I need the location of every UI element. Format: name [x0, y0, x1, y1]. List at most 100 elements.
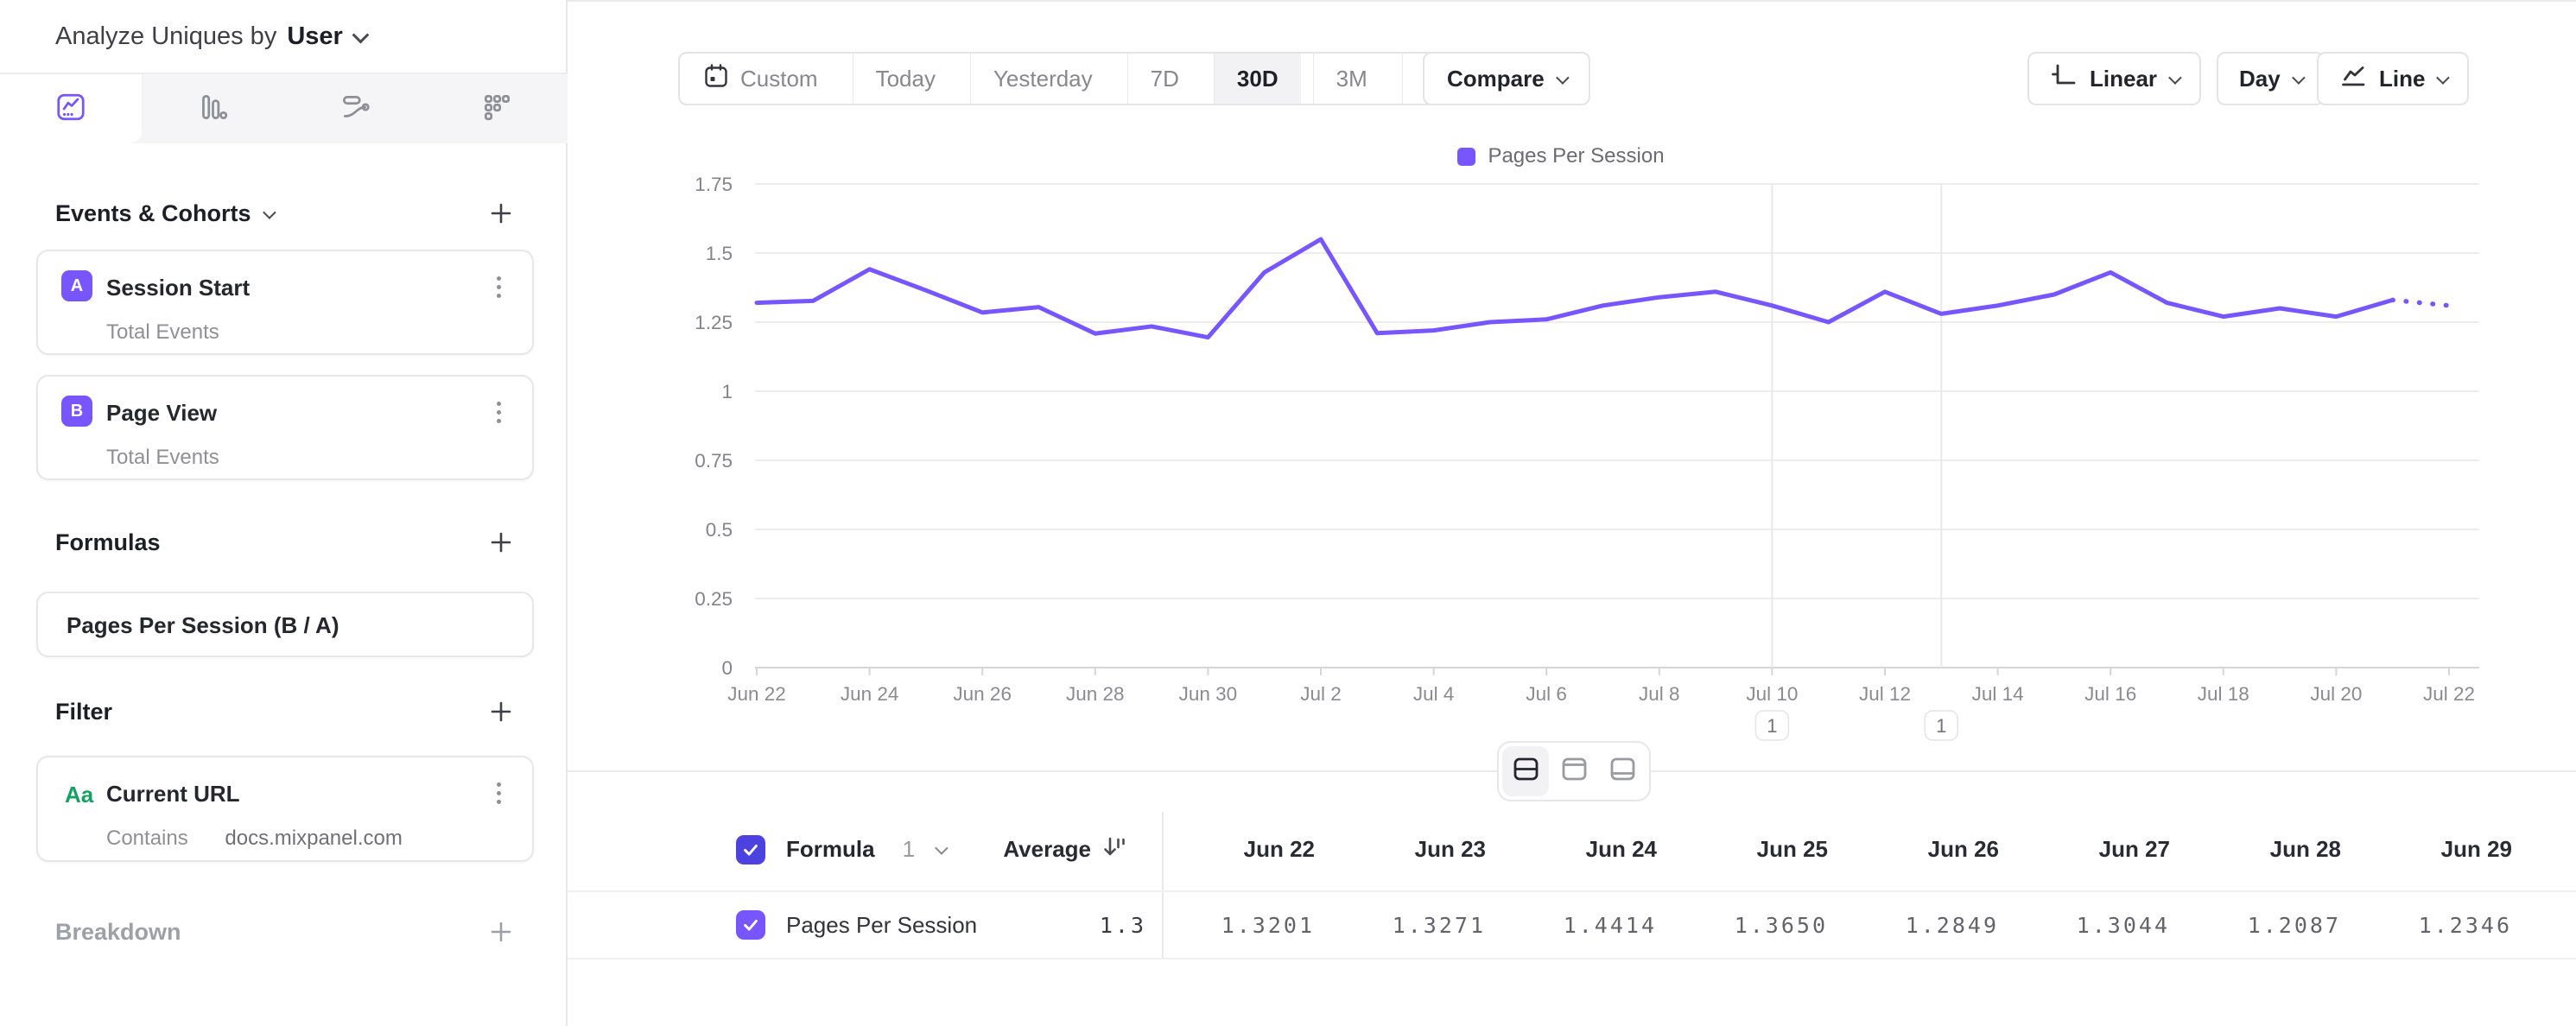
y-tick-label: 0.25 [695, 588, 733, 610]
value-cell[interactable]: 1.2346 [2341, 913, 2512, 938]
line-chart-icon [2339, 62, 2367, 96]
chevron-down-icon [2292, 71, 2306, 85]
formula-group-label[interactable]: Formula [786, 836, 875, 863]
date-column-header[interactable]: Jun 23 [1315, 836, 1486, 863]
value-cell[interactable]: 1.3044 [1999, 913, 2170, 938]
event-aggregation[interactable]: Total Events [106, 446, 219, 470]
date-column-header[interactable]: Jun 22 [1162, 836, 1315, 863]
compare-button[interactable]: Compare [1423, 52, 1590, 105]
filter-card-current-url[interactable]: Aa Current URL Contains docs.mixpanel.co… [36, 756, 534, 862]
series-checkbox[interactable] [736, 910, 765, 940]
query-builder-sidebar: Analyze Uniques by User [0, 0, 568, 1026]
add-filter-button[interactable] [486, 697, 516, 726]
select-all-checkbox[interactable] [736, 835, 765, 864]
x-tick-label: Jul 2 [1300, 683, 1342, 705]
pages-per-session-line-chart[interactable]: 11 1.751.51.2510.750.50.250 Jun 22Jun 24… [568, 130, 2576, 769]
series-line-projected-dotted [2393, 300, 2449, 305]
breakdown-section-header: Breakdown [55, 919, 181, 946]
range-label: 3M [1336, 66, 1367, 92]
value-cell[interactable]: 1.4414 [1486, 913, 1657, 938]
range-30d-active[interactable]: 30D [1214, 54, 1301, 104]
flows-curve-icon [339, 91, 371, 128]
x-tick-label: Jul 12 [1859, 683, 1911, 705]
events-section-header[interactable]: Events & Cohorts [55, 200, 273, 227]
range-label: 30D [1237, 66, 1278, 92]
range-3m[interactable]: 3M [1313, 54, 1390, 104]
kebab-menu-icon[interactable] [485, 272, 511, 301]
analyze-entity-dropdown[interactable]: User [287, 22, 343, 51]
range-today[interactable]: Today [853, 54, 958, 104]
scale-dropdown[interactable]: Linear [2027, 52, 2201, 105]
value-cell[interactable]: 1.2087 [2170, 913, 2341, 938]
date-column-header[interactable]: Jun 27 [1999, 836, 2170, 863]
x-axis-labels: Jun 22Jun 24Jun 26Jun 28Jun 30Jul 2Jul 4… [727, 668, 2475, 705]
range-7d[interactable]: 7D [1127, 54, 1202, 104]
value-cell[interactable]: 1.3201 [1162, 913, 1315, 938]
tab-flows[interactable] [284, 74, 426, 143]
event-card-page-view[interactable]: B Page View Total Events [36, 375, 534, 480]
chevron-down-icon [263, 206, 276, 219]
date-column-header[interactable]: Jun 29 [2341, 836, 2512, 863]
tab-retention[interactable] [426, 74, 568, 143]
date-column-header[interactable]: Jun 25 [1657, 836, 1828, 863]
chart-view-button[interactable] [1551, 746, 1597, 796]
range-custom[interactable]: Custom [680, 54, 841, 104]
add-event-button[interactable] [486, 199, 516, 228]
add-breakdown-button[interactable] [486, 917, 516, 947]
granularity-dropdown[interactable]: Day [2217, 52, 2325, 105]
chart-type-label: Line [2379, 66, 2425, 92]
analyze-header: Analyze Uniques by User [0, 0, 568, 74]
tab-funnels[interactable] [142, 74, 283, 143]
y-axis-labels: 1.751.51.2510.750.50.250 [695, 174, 733, 679]
formula-group-number: 1 [903, 836, 915, 863]
table-row-pages-per-session[interactable]: Pages Per Session 1.3 1.3201 1.3271 1.44… [568, 890, 2576, 960]
event-title[interactable]: Session Start [106, 275, 250, 301]
event-title[interactable]: Page View [106, 400, 217, 427]
chart-type-dropdown[interactable]: Line [2317, 52, 2469, 105]
average-column-header[interactable]: Average [1003, 834, 1127, 864]
event-aggregation[interactable]: Total Events [106, 320, 219, 345]
breakdown-section-title: Breakdown [55, 919, 181, 946]
linear-axis-icon [2050, 62, 2078, 96]
date-column-header[interactable]: Jun 26 [1828, 836, 1999, 863]
sort-descending-icon[interactable] [1101, 834, 1127, 864]
range-yesterday[interactable]: Yesterday [970, 54, 1115, 104]
series-name[interactable]: Pages Per Session [786, 912, 977, 939]
event-card-session-start[interactable]: A Session Start Total Events [36, 250, 534, 355]
kebab-menu-icon[interactable] [485, 778, 511, 808]
tab-insights[interactable] [0, 74, 142, 143]
range-label: 7D [1151, 66, 1179, 92]
filter-operator[interactable]: Contains [106, 826, 188, 850]
y-tick-label: 0 [721, 657, 733, 679]
annotation-markers: 11 [1755, 184, 1957, 740]
chevron-down-icon [2168, 71, 2182, 85]
x-tick-label: Jun 30 [1179, 683, 1238, 705]
table-view-button[interactable] [1599, 746, 1646, 796]
kebab-menu-icon[interactable] [485, 397, 511, 427]
value-cell[interactable]: 1.3271 [1315, 913, 1486, 938]
table-row-left: Pages Per Session 1.3 [568, 892, 1162, 958]
annotation-count: 1 [1767, 715, 1777, 737]
filter-property[interactable]: Current URL [106, 781, 240, 808]
formula-card[interactable]: Pages Per Session (B / A) [36, 592, 534, 657]
formula-expression[interactable]: Pages Per Session (B / A) [67, 612, 339, 639]
add-formula-button[interactable] [486, 528, 516, 557]
column-divider [1162, 812, 1164, 890]
chevron-down-icon [1556, 71, 1570, 85]
formulas-section-title: Formulas [55, 529, 161, 556]
value-cell[interactable]: 1.3650 [1657, 913, 1828, 938]
date-column-header[interactable]: Jun 24 [1486, 836, 1657, 863]
results-table: Formula 1 Average Jun 22 Jun 23 Jun 24 [568, 808, 2576, 960]
value-cell[interactable]: 1.2849 [1828, 913, 1999, 938]
date-column-header[interactable]: Jun 28 [2170, 836, 2341, 863]
scale-label: Linear [2090, 66, 2157, 92]
filter-condition[interactable]: Contains docs.mixpanel.com [106, 826, 403, 851]
filter-section-header: Filter [55, 699, 112, 725]
chevron-down-icon [352, 27, 369, 44]
x-tick-label: Jul 22 [2423, 683, 2475, 705]
compare-label: Compare [1447, 66, 1545, 92]
y-tick-label: 1.5 [706, 243, 733, 264]
x-tick-label: Jul 20 [2310, 683, 2362, 705]
split-view-button[interactable] [1502, 746, 1549, 796]
filter-value[interactable]: docs.mixpanel.com [225, 826, 402, 850]
